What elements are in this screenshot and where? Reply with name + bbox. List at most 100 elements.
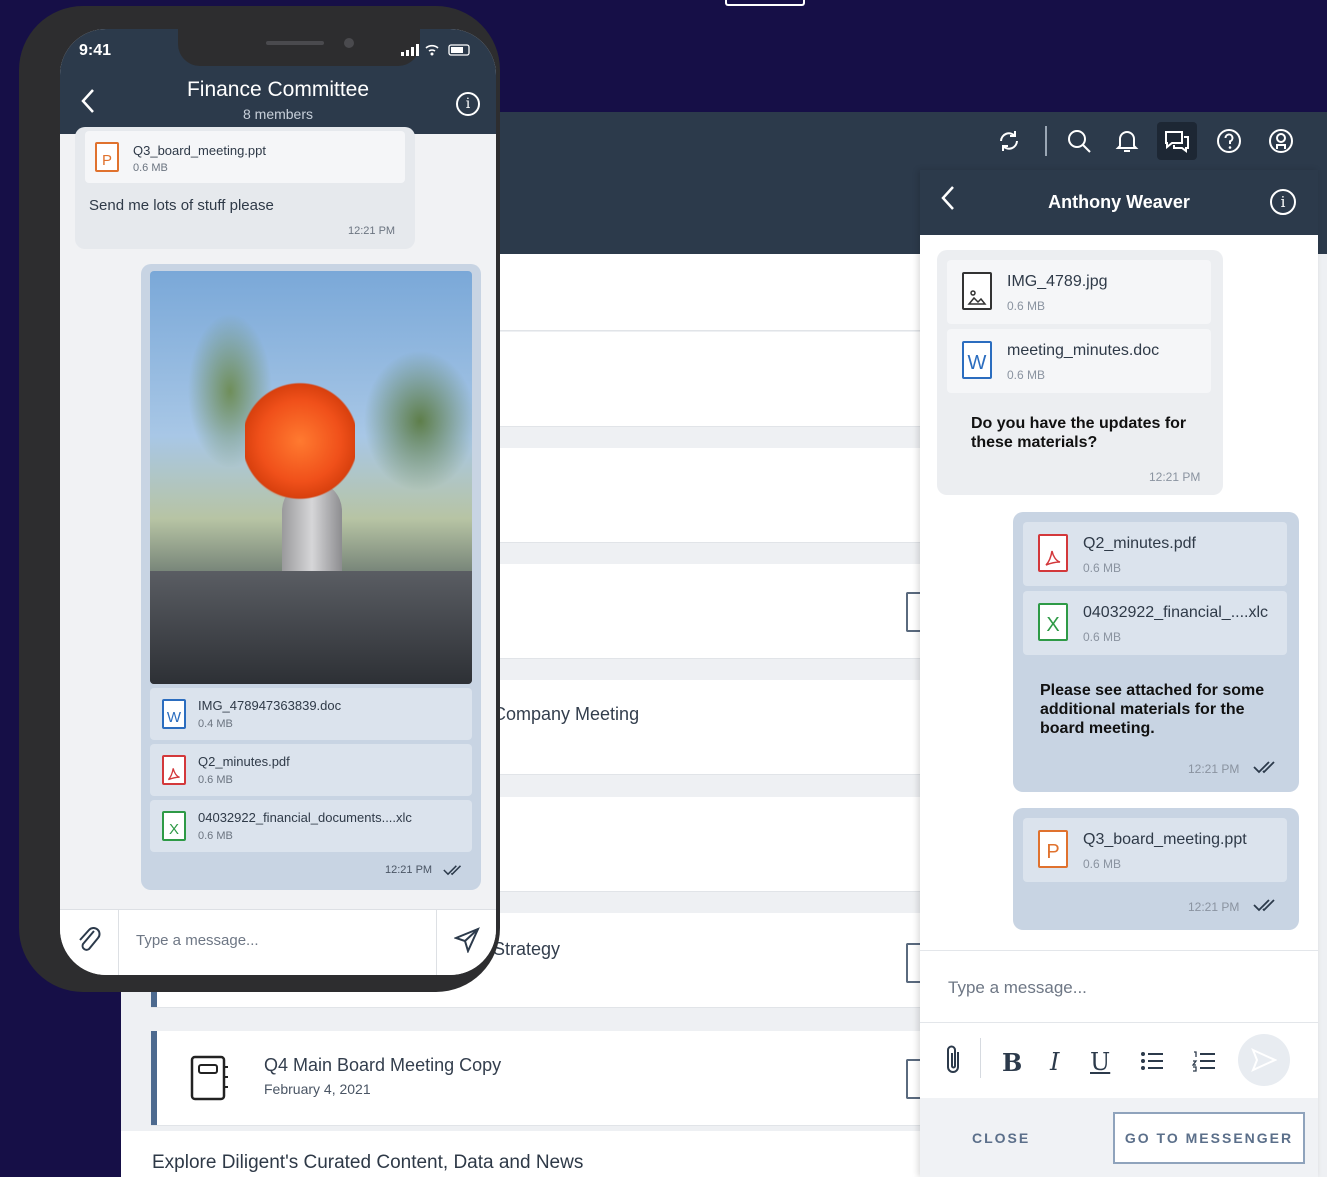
attachment-size: 0.6 MB [1083,630,1122,644]
bulleted-list-icon[interactable] [1140,1050,1164,1077]
outgoing-message-bubble: P Q3_board_meeting.ppt 0.6 MB 12:21 PM [1013,808,1299,930]
status-icons [401,43,475,60]
attachment[interactable]: X 04032922_financial_documents....xlc 0.… [150,800,472,852]
meeting-title: Strategy [493,939,561,959]
phone-screen: 9:41 Finance Committee 8 members i P Q3_… [60,29,496,975]
attachment[interactable]: IMG_4789.jpg 0.6 MB [947,260,1211,324]
message-text: Do you have the updates for these materi… [971,415,1187,451]
member-count: 8 members [242,106,314,122]
pdf-file-icon [162,755,186,785]
attachment-size: 0.6 MB [1083,857,1122,871]
message-input-placeholder: Type a message... [136,932,259,949]
binder-icon [189,1055,229,1106]
attachment[interactable]: W meeting_minutes.doc 0.6 MB [947,329,1211,393]
phone-frame: 9:41 Finance Committee 8 members i P Q3_… [19,6,500,992]
attachment[interactable]: Q2_minutes.pdf 0.6 MB [150,744,472,796]
front-camera [344,38,354,48]
message-time: 12:21 PM [1188,900,1240,914]
messenger-header: Anthony Weaver i [920,170,1318,235]
powerpoint-file-icon: P [95,142,119,172]
message-text: Send me lots of stuff please [89,197,274,214]
toolbar-divider [980,1038,981,1078]
explore-heading: Explore Diligent's Curated Content, Data… [152,1152,584,1173]
bell-icon[interactable] [1107,122,1147,160]
paperclip-icon[interactable] [76,925,102,960]
read-receipt-icon [1253,898,1277,917]
excel-file-icon: X [1038,603,1068,641]
word-file-icon: W [962,341,992,379]
toolbar-divider [1045,126,1047,156]
attachment-name: Q3_board_meeting.ppt [1083,831,1247,848]
paperclip-icon[interactable] [944,1044,964,1081]
attachment[interactable]: P Q3_board_meeting.ppt 0.6 MB [85,131,405,183]
message-input-placeholder: Type a message... [948,978,1087,997]
attachment-size: 0.6 MB [1007,368,1046,382]
device-stub [725,0,805,6]
read-receipt-icon [443,863,463,881]
attachment[interactable]: W IMG_478947363839.doc 0.4 MB [150,688,472,740]
attachment[interactable]: Q2_minutes.pdf 0.6 MB [1023,522,1287,586]
input-divider [436,910,437,975]
message-time: 12:21 PM [348,225,396,237]
attachment-name: Q2_minutes.pdf [1083,535,1196,552]
powerpoint-file-icon: P [1038,830,1068,868]
attachment-size: 0.6 MB [1007,299,1046,313]
info-icon[interactable]: i [1270,189,1296,215]
message-input[interactable] [60,909,496,975]
poppy-flower [245,381,355,501]
message-time: 12:21 PM [385,864,433,876]
word-file-icon: W [162,699,186,729]
incoming-message-bubble: P Q3_board_meeting.ppt 0.6 MB Send me lo… [75,127,415,249]
attachment-size: 0.6 MB [133,162,168,174]
message-text: Please see attached for some additional … [1040,682,1265,737]
bold-button[interactable]: B [1002,1048,1022,1077]
incoming-message-bubble: IMG_4789.jpg 0.6 MB W meeting_minutes.do… [937,250,1223,495]
messenger-panel: Anthony Weaver i IMG_4789.jpg 0.6 MB W m… [920,170,1318,1177]
meeting-card[interactable]: Q4 Main Board Meeting Copy February 4, 2… [151,1031,951,1125]
attachment-name: 04032922_financial_documents....xlc [198,810,412,825]
status-time: 9:41 [79,42,112,59]
meeting-date: February 4, 2021 [264,1081,371,1097]
flower-photo[interactable] [150,271,472,684]
attachment-name: 04032922_financial_....xlc [1083,604,1269,621]
table-surface [150,571,472,684]
attachment-name: meeting_minutes.doc [1007,342,1160,359]
send-icon[interactable] [453,927,480,958]
attachment-name: Q3_board_meeting.ppt [133,143,266,158]
attachment-size: 0.4 MB [198,718,233,730]
conversation-title: Anthony Weaver [1048,192,1190,212]
attachment-size: 0.6 MB [198,830,233,842]
underline-button[interactable]: U [1090,1048,1110,1076]
attachment[interactable]: P Q3_board_meeting.ppt 0.6 MB [1023,818,1287,882]
attachment-name: IMG_478947363839.doc [198,698,342,713]
outgoing-message-bubble: Q2_minutes.pdf 0.6 MB X 04032922_financi… [1013,512,1299,792]
input-divider [118,910,119,975]
close-button[interactable]: CLOSE [972,1130,1030,1146]
italic-button[interactable]: I [1050,1048,1059,1076]
meeting-title: Q4 Main Board Meeting Copy [264,1055,502,1075]
account-icon[interactable] [1261,122,1301,160]
attachment-name: IMG_4789.jpg [1007,273,1108,290]
message-time: 12:21 PM [1188,762,1240,776]
go-to-messenger-button[interactable]: GO TO MESSENGER [1113,1112,1305,1164]
sync-icon[interactable] [989,122,1029,160]
attachment[interactable]: X 04032922_financial_....xlc 0.6 MB [1023,591,1287,655]
attachment-size: 0.6 MB [198,774,233,786]
read-receipt-icon [1253,760,1277,779]
speaker-grille [266,41,324,45]
search-icon[interactable] [1059,122,1099,160]
send-button[interactable] [1238,1034,1290,1086]
help-icon[interactable] [1209,122,1249,160]
attachment-name: Q2_minutes.pdf [198,754,290,769]
info-icon[interactable]: i [456,92,480,116]
phone-notch [178,29,420,66]
chat-icon[interactable] [1157,122,1197,160]
excel-file-icon: X [162,811,186,841]
group-title: Finance Committee [186,78,370,101]
numbered-list-icon[interactable] [1191,1050,1216,1077]
image-file-icon [962,272,992,310]
pdf-file-icon [1038,534,1068,572]
attachment-size: 0.6 MB [1083,561,1122,575]
meeting-title: Company Meeting [493,704,640,724]
message-time: 12:21 PM [1149,470,1201,484]
